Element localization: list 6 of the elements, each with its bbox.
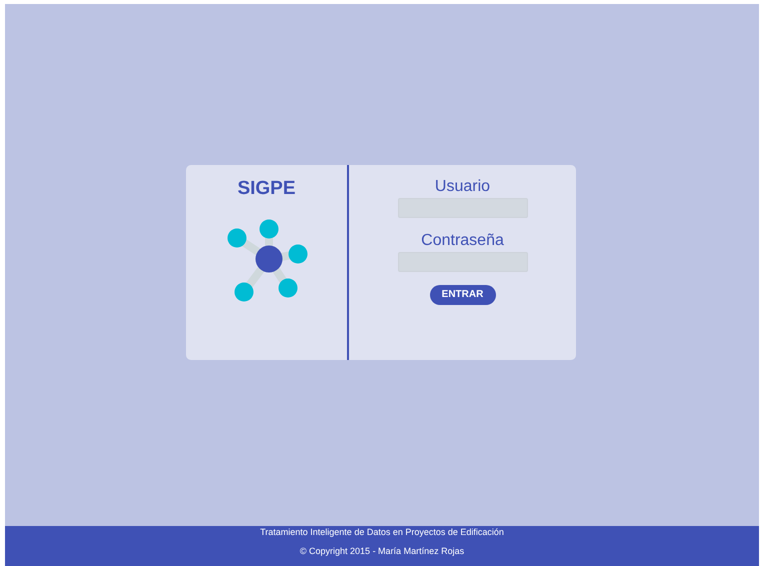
footer-text: © Copyright 2015 - María Martínez Rojas — [300, 546, 464, 557]
field-label: Contraseña — [421, 231, 504, 251]
login-button[interactable]: ENTRAR — [430, 285, 496, 305]
footer-text: Tratamiento Inteligente de Datos en Proyectos de Edificación — [260, 527, 504, 538]
app-title: SIGPE — [237, 177, 296, 201]
field-label: Usuario — [434, 177, 490, 197]
